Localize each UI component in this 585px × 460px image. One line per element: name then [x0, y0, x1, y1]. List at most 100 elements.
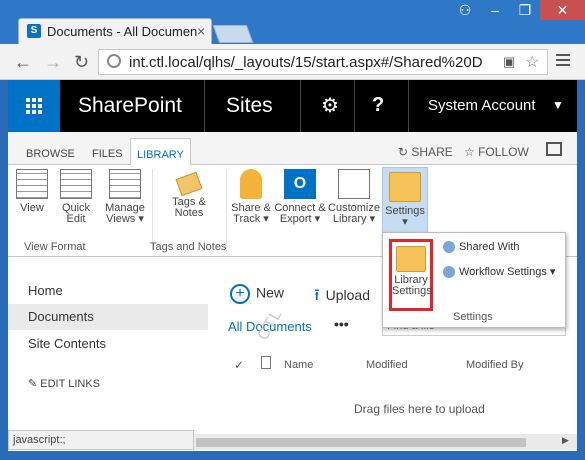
- share-track-label-2: Track ▾: [233, 213, 269, 225]
- group-label-settings: Settings: [453, 311, 493, 323]
- nav-documents[interactable]: Documents: [8, 304, 208, 330]
- quick-edit-icon: [60, 169, 92, 199]
- star-icon: ☆: [464, 145, 479, 159]
- library-settings-button[interactable]: Library Settings: [389, 239, 433, 311]
- file-type-icon: [261, 356, 271, 369]
- nav-site-contents[interactable]: Site Contents: [8, 331, 208, 357]
- divider: [204, 80, 205, 132]
- minimize-button[interactable]: –: [480, 0, 510, 20]
- maximize-button[interactable]: ❐: [510, 0, 540, 20]
- account-menu[interactable]: System Account: [428, 97, 536, 114]
- page-content: BROWSE FILES LIBRARY ↻ SHARE ☆ FOLLOW Vi…: [8, 132, 577, 451]
- sharepoint-favicon-icon: S: [27, 24, 41, 38]
- status-bar: javascript:;: [8, 430, 194, 450]
- upload-label: Upload: [325, 287, 370, 303]
- bookmark-star-icon[interactable]: ☆: [525, 52, 539, 72]
- chevron-down-icon[interactable]: ▼: [552, 98, 564, 112]
- upload-icon: ⭱: [314, 287, 320, 304]
- follow-button[interactable]: ☆ FOLLOW: [464, 145, 529, 159]
- url-bar[interactable]: int.ctl.local/qlhs/_layouts/15/start.asp…: [98, 49, 548, 75]
- drag-drop-hint: Drag files here to upload: [354, 402, 485, 416]
- column-header-modified[interactable]: Modified: [366, 359, 408, 371]
- connect-export-label-2: Export ▾: [279, 213, 321, 225]
- tab-title: Documents - All Documen: [47, 24, 198, 39]
- library-settings-label-2: Settings: [392, 285, 432, 297]
- select-all-check[interactable]: ✓: [234, 358, 244, 372]
- folder-gear-icon: [389, 172, 421, 202]
- new-label: New: [256, 284, 285, 301]
- browser-tab[interactable]: S Documents - All Documen ×: [18, 18, 212, 44]
- follow-label: FOLLOW: [478, 145, 529, 159]
- tab-library[interactable]: LIBRARY: [130, 138, 191, 166]
- focus-content-icon[interactable]: [546, 142, 562, 156]
- forward-button[interactable]: →: [44, 52, 62, 73]
- address-toolbar: ← → ↻ int.ctl.local/qlhs/_layouts/15/sta…: [0, 44, 585, 80]
- page-action-icon[interactable]: ▣: [503, 54, 515, 70]
- column-header-modified-by[interactable]: Modified By: [466, 359, 523, 371]
- sharepoint-brand[interactable]: SharePoint: [78, 94, 182, 118]
- view-label: View: [20, 202, 44, 214]
- upload-button[interactable]: ⭱ Upload: [314, 284, 370, 311]
- ribbon-tab-bar: BROWSE FILES LIBRARY ↻ SHARE ☆ FOLLOW: [8, 132, 577, 166]
- nav-home[interactable]: Home: [8, 278, 208, 304]
- workflow-settings-label: Workflow Settings ▾: [459, 266, 556, 278]
- tag-icon: [175, 171, 203, 197]
- plus-icon: +: [230, 284, 250, 304]
- divider: [408, 80, 409, 132]
- customize-library-label-2: Library ▾: [332, 213, 376, 225]
- settings-dropdown: Library Settings Shared With Workflow Se…: [382, 232, 566, 328]
- divider: [354, 80, 355, 132]
- divider: [300, 80, 301, 132]
- view-icon: [16, 169, 48, 199]
- waffle-icon: [26, 98, 42, 114]
- url-text[interactable]: int.ctl.local/qlhs/_layouts/15/start.asp…: [129, 54, 501, 71]
- quick-edit-button[interactable]: Quick Edit: [58, 169, 94, 225]
- suite-bar: SharePoint Sites ⚙ ? System Account ▼: [8, 80, 577, 132]
- tab-browse[interactable]: BROWSE: [20, 145, 81, 165]
- group-divider: [152, 169, 153, 251]
- scrollbar-thumb[interactable]: [196, 438, 526, 447]
- close-window-button[interactable]: ✕: [540, 0, 585, 20]
- customize-icon: [338, 169, 370, 199]
- shared-with-label: Shared With: [459, 241, 520, 253]
- tags-notes-button[interactable]: Tags & Notes: [168, 169, 210, 219]
- scroll-right-icon[interactable]: ▶: [562, 435, 569, 446]
- edit-links-label: EDIT LINKS: [40, 378, 100, 390]
- share-button[interactable]: ↻ SHARE: [398, 145, 453, 159]
- tab-files[interactable]: FILES: [86, 145, 129, 165]
- new-tab-button[interactable]: [212, 25, 254, 43]
- group-label-tags-notes: Tags and Notes: [150, 241, 227, 253]
- help-button[interactable]: ?: [372, 94, 384, 117]
- outlook-icon: O: [284, 169, 316, 199]
- share-icon: ↻: [398, 145, 412, 159]
- edit-links-button[interactable]: ✎ EDIT LINKS: [8, 372, 208, 398]
- new-document-button[interactable]: + New: [230, 284, 284, 304]
- user-icon[interactable]: ⚇: [450, 0, 480, 20]
- page-info-icon[interactable]: [107, 54, 121, 68]
- settings-caret: ▾: [402, 216, 408, 228]
- group-divider: [226, 169, 227, 251]
- library-settings-icon: [396, 246, 426, 272]
- tab-close-icon[interactable]: ×: [197, 23, 205, 39]
- column-header-name[interactable]: Name: [284, 359, 313, 371]
- back-button[interactable]: ←: [14, 52, 32, 73]
- horizontal-scrollbar[interactable]: ▶: [194, 434, 577, 450]
- connect-export-button[interactable]: O Connect & Export ▾: [274, 169, 326, 225]
- shared-with-button[interactable]: Shared With: [443, 241, 520, 254]
- workflow-icon: [443, 266, 455, 279]
- sites-link[interactable]: Sites: [226, 94, 273, 118]
- manage-views-button[interactable]: Manage Views ▾: [104, 169, 146, 225]
- more-options-button[interactable]: •••: [334, 316, 349, 332]
- view-button[interactable]: View: [14, 169, 50, 214]
- customize-library-button[interactable]: Customize Library ▾: [328, 169, 380, 225]
- browser-menu-icon[interactable]: [556, 54, 570, 68]
- reload-button[interactable]: ↻: [74, 52, 89, 73]
- gear-icon[interactable]: ⚙: [321, 93, 339, 118]
- window-titlebar: S Documents - All Documen × ⚇ – ❐ ✕: [0, 0, 585, 44]
- bell-icon: [240, 169, 262, 199]
- manage-views-label-2: Views ▾: [106, 213, 144, 225]
- app-launcher-button[interactable]: [8, 80, 60, 132]
- quick-edit-label-2: Edit: [66, 213, 86, 225]
- share-track-button[interactable]: Share & Track ▾: [230, 169, 272, 225]
- workflow-settings-button[interactable]: Workflow Settings ▾: [443, 265, 556, 279]
